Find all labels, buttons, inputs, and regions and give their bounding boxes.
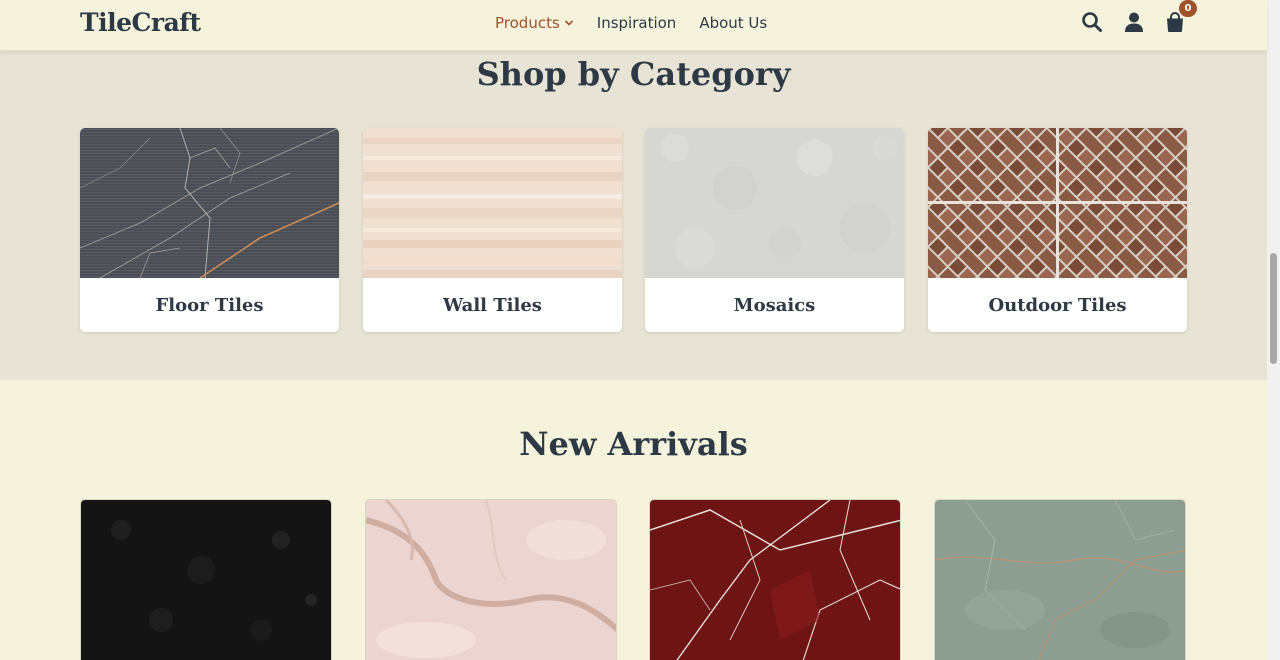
pink-marble-image	[366, 500, 616, 660]
category-section-title: Shop by Category	[476, 55, 791, 93]
nav-inspiration[interactable]: Inspiration	[597, 14, 677, 32]
category-label-floor-tiles: Floor Tiles	[155, 294, 264, 316]
product-card-2[interactable]	[365, 499, 617, 660]
red-marble-image	[650, 500, 900, 660]
page-scrollbar[interactable]	[1267, 0, 1280, 660]
nav-about-us[interactable]: About Us	[699, 14, 767, 32]
outdoor-tiles-image	[928, 128, 1187, 278]
product-card-1[interactable]	[80, 499, 332, 660]
cart-count-badge: 0	[1179, 0, 1197, 17]
product-card-4[interactable]	[934, 499, 1186, 660]
category-card-mosaics[interactable]: Mosaics	[645, 128, 904, 332]
category-label-wall-tiles: Wall Tiles	[443, 294, 542, 316]
nav-about-us-label: About Us	[699, 14, 768, 32]
nav-products-label: Products	[495, 14, 560, 32]
scrollbar-thumb[interactable]	[1270, 253, 1277, 364]
category-section: Shop by Category Floor Tiles Wall Tiles …	[0, 51, 1267, 380]
category-card-outdoor-tiles[interactable]: Outdoor Tiles	[928, 128, 1187, 332]
chevron-down-icon	[564, 20, 573, 26]
new-arrivals-title: New Arrivals	[519, 425, 748, 463]
wall-tiles-image	[363, 128, 622, 278]
site-header: TileCraft Products Inspiration About Us …	[0, 0, 1267, 51]
user-icon[interactable]	[1123, 11, 1145, 33]
floor-tiles-image	[80, 128, 339, 278]
category-card-floor-tiles[interactable]: Floor Tiles	[80, 128, 339, 332]
category-card-wall-tiles[interactable]: Wall Tiles	[363, 128, 622, 332]
main-nav: Products Inspiration About Us	[495, 14, 767, 32]
new-arrivals-section: New Arrivals	[0, 380, 1267, 660]
category-label-mosaics: Mosaics	[733, 294, 816, 316]
category-label-outdoor-tiles: Outdoor Tiles	[988, 294, 1127, 316]
mosaics-image	[645, 128, 904, 278]
green-marble-image	[935, 500, 1185, 660]
black-granite-image	[81, 500, 331, 660]
nav-inspiration-label: Inspiration	[596, 14, 677, 32]
site-logo[interactable]: TileCraft	[80, 8, 201, 37]
nav-products[interactable]: Products	[495, 14, 574, 32]
product-card-3[interactable]	[649, 499, 901, 660]
search-icon[interactable]	[1081, 11, 1103, 33]
